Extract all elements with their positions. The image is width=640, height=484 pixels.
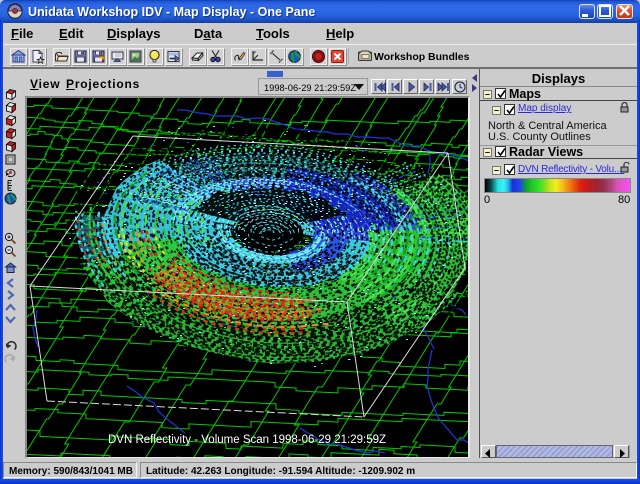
- svg-text:DVN Reflectivity - Volume Scan: DVN Reflectivity - Volume Scan 1998-06-2…: [108, 434, 386, 446]
